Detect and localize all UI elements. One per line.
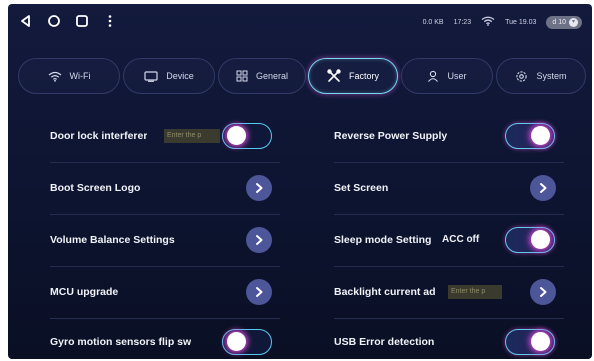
setting-label: Door lock interferer <box>50 130 148 142</box>
setting-label: MCU upgrade <box>50 286 119 298</box>
toggle-knob <box>227 126 246 145</box>
divider <box>50 162 280 163</box>
tab-label: System <box>536 71 567 81</box>
usb-error-toggle[interactable] <box>505 329 555 355</box>
tab-label: Factory <box>348 71 379 81</box>
date: Tue 19.03 <box>505 18 537 26</box>
clock: 17:23 <box>453 18 472 26</box>
door-lock-input[interactable]: Enter the p <box>164 129 220 143</box>
wifi-icon <box>48 71 62 82</box>
backlight-current-chevron[interactable] <box>530 279 556 305</box>
setting-set-screen[interactable]: Set Screen <box>334 168 524 208</box>
toggle-knob <box>227 332 246 351</box>
setting-volume-balance[interactable]: Volume Balance Settings <box>50 220 240 260</box>
more-vertical-icon[interactable] <box>102 13 118 29</box>
tab-general[interactable]: General <box>218 58 306 94</box>
boot-screen-logo-chevron[interactable] <box>246 175 272 201</box>
status-right: 0.0 KB 17:23 Tue 19.03 d 10 ▾ <box>423 14 582 30</box>
divider <box>334 214 564 215</box>
setting-label: Volume Balance Settings <box>50 234 175 246</box>
setting-boot-screen-logo[interactable]: Boot Screen Logo <box>50 168 240 208</box>
recents-icon[interactable] <box>74 13 90 29</box>
wifi-status-icon <box>481 16 495 28</box>
chevron-down-icon: ▾ <box>569 17 578 27</box>
divider <box>50 266 280 267</box>
tab-wifi[interactable]: Wi-Fi <box>18 58 120 94</box>
monitor-icon <box>144 70 158 82</box>
door-lock-toggle[interactable] <box>222 123 272 149</box>
grid-icon <box>236 70 248 82</box>
back-icon[interactable] <box>18 13 34 29</box>
factory-settings-screen: 0.0 KB 17:23 Tue 19.03 d 10 ▾ Wi-Fi Devi… <box>8 4 592 359</box>
set-screen-chevron[interactable] <box>530 175 556 201</box>
setting-reverse-power-supply: Reverse Power Supply <box>334 116 524 156</box>
tab-label: Wi-Fi <box>69 71 91 81</box>
tab-label: Device <box>166 71 194 81</box>
setting-label: Gyro motion sensors flip sw <box>50 336 192 348</box>
home-icon[interactable] <box>46 13 62 29</box>
user-icon <box>427 70 439 82</box>
setting-label: USB Error detection <box>334 336 435 348</box>
setting-label: Backlight current ad <box>334 286 436 298</box>
tab-factory[interactable]: Factory <box>308 58 398 94</box>
setting-sleep-mode: Sleep mode Setting <box>334 220 440 260</box>
setting-label: Set Screen <box>334 182 389 194</box>
setting-backlight-current: Backlight current ad <box>334 272 446 312</box>
setting-label: Reverse Power Supply <box>334 130 448 142</box>
mcu-upgrade-chevron[interactable] <box>246 279 272 305</box>
setting-label: Boot Screen Logo <box>50 182 141 194</box>
network-speed: 0.0 KB <box>422 18 444 26</box>
tools-icon <box>327 69 341 83</box>
volume-value: d 10 <box>552 18 566 26</box>
settings-tabs: Wi-Fi Device General Factory User System <box>8 58 592 96</box>
reverse-power-toggle[interactable] <box>505 123 555 149</box>
divider <box>334 266 564 267</box>
setting-gyro-motion-flip: Gyro motion sensors flip sw <box>50 322 218 359</box>
tab-label: User <box>447 71 467 81</box>
backlight-input[interactable]: Enter the p <box>448 285 502 299</box>
sleep-mode-toggle[interactable] <box>505 227 555 253</box>
status-bar: 0.0 KB 17:23 Tue 19.03 d 10 ▾ <box>8 4 592 40</box>
toggle-knob <box>531 126 550 145</box>
toggle-knob <box>531 332 550 351</box>
tab-device[interactable]: Device <box>123 58 215 94</box>
divider <box>50 214 280 215</box>
tab-system[interactable]: System <box>496 58 586 94</box>
tab-user[interactable]: User <box>401 58 493 94</box>
toggle-knob <box>531 230 550 249</box>
setting-mcu-upgrade[interactable]: MCU upgrade <box>50 272 240 312</box>
gear-icon <box>515 70 528 83</box>
setting-label: Sleep mode Setting <box>334 234 432 246</box>
gyro-flip-toggle[interactable] <box>222 329 272 355</box>
divider <box>334 162 564 163</box>
divider <box>334 318 564 319</box>
tab-label: General <box>255 71 289 81</box>
volume-balance-chevron[interactable] <box>246 227 272 253</box>
volume-pill[interactable]: d 10 ▾ <box>546 15 582 29</box>
setting-usb-error-detection: USB Error detection <box>334 322 494 359</box>
sleep-mode-value: ACC off <box>442 234 480 245</box>
divider <box>50 318 280 319</box>
